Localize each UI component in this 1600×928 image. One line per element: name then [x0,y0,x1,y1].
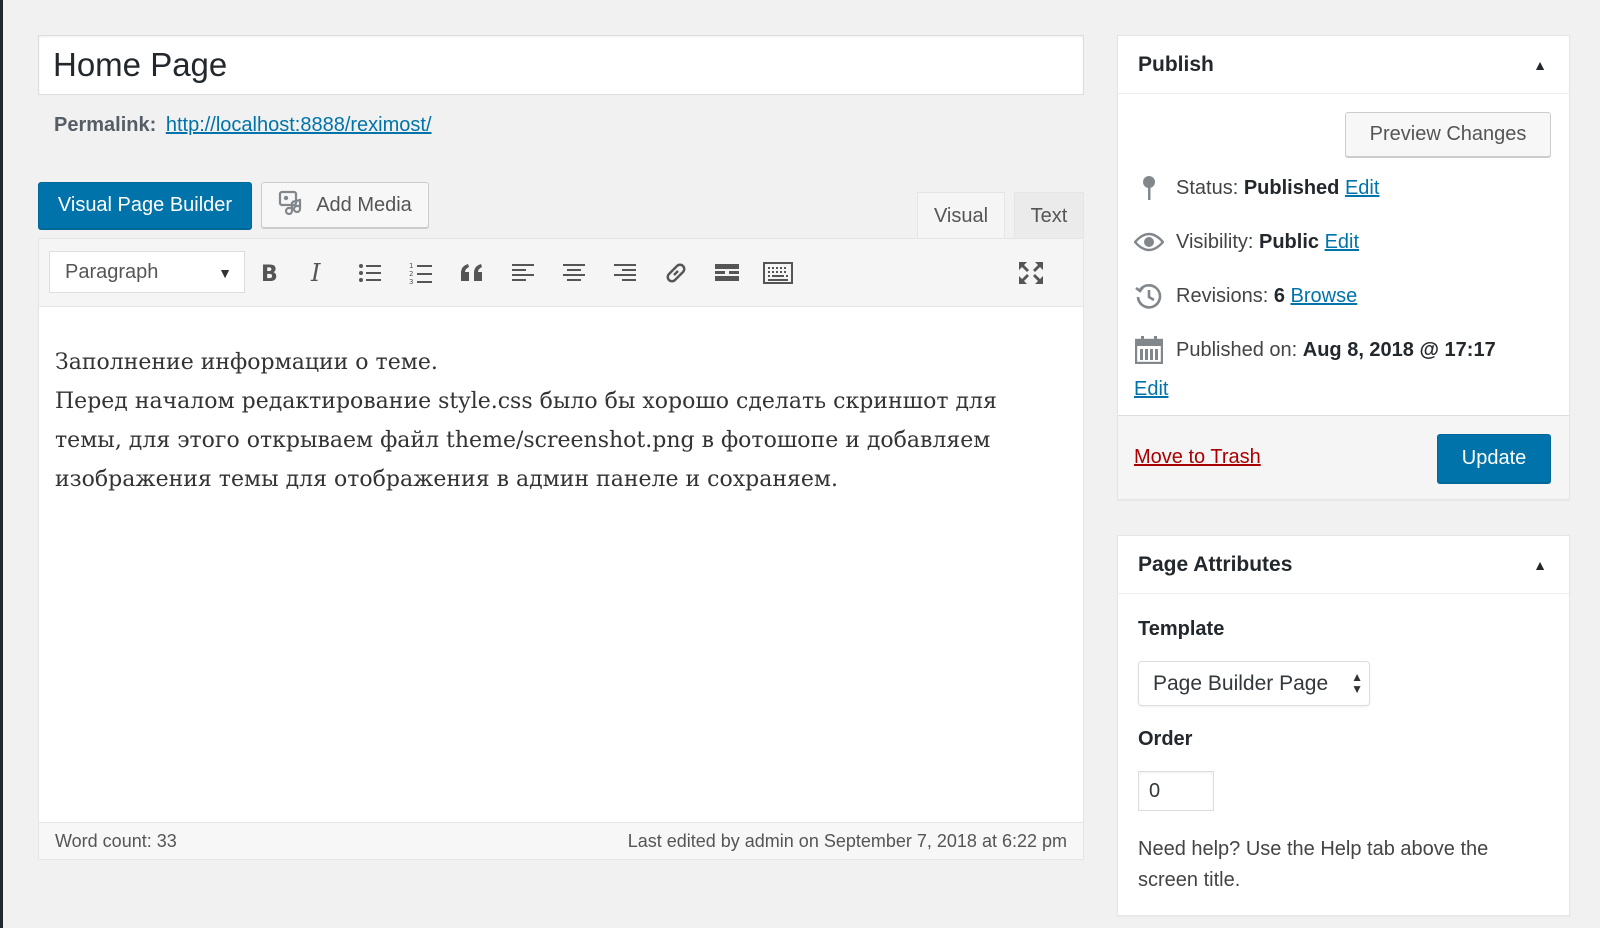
content-paragraph: Перед началом редактирование style.css б… [55,389,997,492]
add-media-button[interactable]: Add Media [261,182,429,228]
status-value: Published [1243,176,1340,199]
add-media-icon [278,189,306,221]
published-on-edit-link[interactable]: Edit [1134,378,1168,401]
align-right-icon[interactable] [605,253,645,293]
publish-box: Publish ▲ Preview Changes Status: Publis… [1117,35,1570,500]
revisions-value: 6 [1273,284,1285,307]
published-on-value: Aug 8, 2018 @ 17:17 [1302,338,1496,361]
bulleted-list-icon[interactable] [350,253,390,293]
add-media-label: Add Media [316,193,412,216]
page-attributes-header[interactable]: Page Attributes ▲ [1118,536,1569,594]
editor-content[interactable]: Заполнение информации о теме. Перед нача… [55,343,1043,499]
link-icon[interactable] [656,253,696,293]
content-editor: Paragraph ▼ B I 1 2 3 Заполнение информа… [38,238,1084,860]
published-on-label: Published on: [1176,338,1298,361]
svg-text:1: 1 [409,262,413,270]
visibility-label: Visibility: [1176,230,1254,253]
format-select[interactable]: Paragraph ▼ [49,251,245,293]
calendar-icon [1134,335,1164,365]
select-arrows-icon: ▲ ▼ [1351,670,1363,696]
revisions-label: Revisions: [1176,284,1269,307]
editor-statusbar: Word count: 33 Last edited by admin on S… [39,822,1083,859]
permalink: Permalink: http://localhost:8888/reximos… [54,114,432,137]
browse-revisions-link[interactable]: Browse [1291,285,1358,307]
publish-actions: Move to Trash Update [1118,415,1569,499]
pin-icon [1134,173,1164,203]
help-text: Need help? Use the Help tab above the sc… [1138,838,1489,891]
visibility-value: Public [1259,230,1320,253]
visual-page-builder-button[interactable]: Visual Page Builder [38,182,252,229]
content-paragraph: Заполнение информации о теме. [55,350,438,375]
published-on-row: Published on: Aug 8, 2018 @ 17:17 [1134,335,1496,365]
order-input[interactable]: 0 [1138,771,1214,811]
history-icon [1134,281,1164,311]
editor-toolbar: Paragraph ▼ B I 1 2 3 [39,239,1083,307]
move-to-trash-link[interactable]: Move to Trash [1134,446,1261,469]
blockquote-icon[interactable] [452,253,492,293]
collapse-arrow-icon[interactable]: ▲ [1533,557,1547,573]
svg-text:3: 3 [409,278,413,285]
revisions-row: Revisions: 6 Browse [1134,281,1357,311]
collapse-arrow-icon[interactable]: ▲ [1533,57,1547,73]
status-row: Status: Published Edit [1134,173,1379,203]
toolbar-toggle-icon[interactable] [758,253,798,293]
template-select[interactable]: Page Builder Page ▲ ▼ [1138,661,1370,706]
italic-icon[interactable]: I [299,253,339,293]
visibility-row: Visibility: Public Edit [1134,227,1359,257]
read-more-icon[interactable] [707,253,747,293]
tab-visual[interactable]: Visual [917,192,1005,239]
admin-sidebar-edge [0,0,3,928]
permalink-link[interactable]: http://localhost:8888/reximost/ [166,114,432,136]
permalink-label: Permalink: [54,114,157,136]
post-title-input[interactable]: Home Page [38,35,1084,95]
svg-text:2: 2 [409,270,413,278]
template-label: Template [1138,618,1225,640]
fullscreen-icon[interactable] [1011,253,1051,293]
word-count: Word count: 33 [55,830,177,851]
status-edit-link[interactable]: Edit [1345,177,1379,199]
visibility-edit-link[interactable]: Edit [1325,231,1359,253]
last-edited: Last edited by admin on September 7, 201… [627,830,1067,851]
preview-changes-button[interactable]: Preview Changes [1345,112,1551,157]
order-label: Order [1138,728,1193,750]
numbered-list-icon[interactable]: 1 2 3 [401,253,441,293]
bold-icon[interactable]: B [249,253,289,293]
eye-icon [1134,227,1164,257]
update-button[interactable]: Update [1437,434,1551,483]
page-attributes-box: Page Attributes ▲ Template Page Builder … [1117,535,1570,916]
template-select-value: Page Builder Page [1153,671,1329,695]
align-left-icon[interactable] [503,253,543,293]
status-label: Status: [1176,176,1239,199]
publish-title: Publish [1138,52,1214,76]
svg-text:B: B [261,262,278,285]
svg-text:I: I [310,261,321,285]
tab-text[interactable]: Text [1014,192,1084,239]
align-center-icon[interactable] [554,253,594,293]
chevron-down-icon: ▼ [218,265,232,281]
page-attributes-title: Page Attributes [1138,552,1293,576]
format-select-value: Paragraph [65,260,159,283]
publish-header[interactable]: Publish ▲ [1118,36,1569,94]
